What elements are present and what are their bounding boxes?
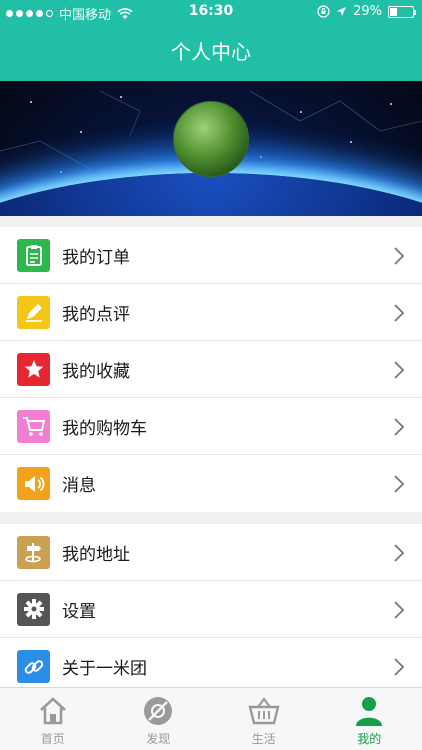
menu-item-label: 我的购物车 [62,418,147,439]
menu-item-messages[interactable]: 消息 [0,455,422,512]
tab-label: 我的 [357,732,382,746]
tab-label: 生活 [251,732,276,746]
menu-item-label: 我的订单 [62,247,130,268]
chevron-right-icon [394,544,405,562]
chevron-right-icon [394,418,405,436]
signpost-icon [17,535,50,569]
location-arrow-icon [337,7,347,16]
tab-home[interactable]: 首页 [0,688,106,750]
chevron-right-icon [394,601,405,619]
menu-item-settings[interactable]: 设置 [0,581,422,638]
menu-item-cart[interactable]: 我的购物车 [0,398,422,455]
avatar[interactable] [173,101,249,177]
menu-item-orders[interactable]: 我的订单 [0,227,422,284]
menu-item-reviews[interactable]: 我的点评 [0,284,422,341]
battery-icon [388,5,416,18]
cart-icon [17,409,50,443]
compass-icon [144,697,173,725]
home-icon [39,697,66,725]
page-title: 个人中心 [171,40,251,64]
link-icon [17,650,50,683]
chevron-right-icon [394,361,405,379]
tab-label: 发现 [146,732,171,746]
rotation-lock-icon [317,5,330,18]
chevron-right-icon [394,475,405,493]
tab-discover[interactable]: 发现 [106,688,212,750]
tab-label: 首页 [40,732,65,746]
menu-item-address[interactable]: 我的地址 [0,524,422,581]
menu-item-label: 关于一米团 [62,659,147,679]
menu-item-label: 我的收藏 [62,361,130,382]
star-icon [17,352,50,386]
menu-item-favorites[interactable]: 我的收藏 [0,341,422,398]
menu-group-primary: 我的订单 我的点评 我的收藏 我的购物车 消息 [0,227,422,512]
status-bar: 中国移动 16:30 29% [0,0,422,24]
menu-group-secondary: 我的地址 设置 关于一米团 [0,524,422,695]
battery-percent: 29% [353,4,382,19]
speaker-icon [17,467,50,500]
menu-item-label: 消息 [62,476,96,496]
menu-item-label: 我的地址 [62,544,130,565]
tab-bar: 首页 发现 生活 我的 [0,687,422,750]
tab-mine[interactable]: 我的 [317,688,422,750]
tab-life[interactable]: 生活 [211,688,317,750]
menu-item-label: 我的点评 [62,304,130,325]
basket-icon [248,697,280,725]
person-icon [356,697,383,726]
menu-item-label: 设置 [62,601,96,622]
clipboard-icon [17,238,50,272]
profile-banner [0,81,422,216]
pencil-icon [17,295,50,329]
chevron-right-icon [394,247,405,265]
chevron-right-icon [394,304,405,322]
gear-icon [17,592,50,626]
top-bar: 中国移动 16:30 29% 个人中心 [0,0,422,81]
chevron-right-icon [394,658,405,676]
